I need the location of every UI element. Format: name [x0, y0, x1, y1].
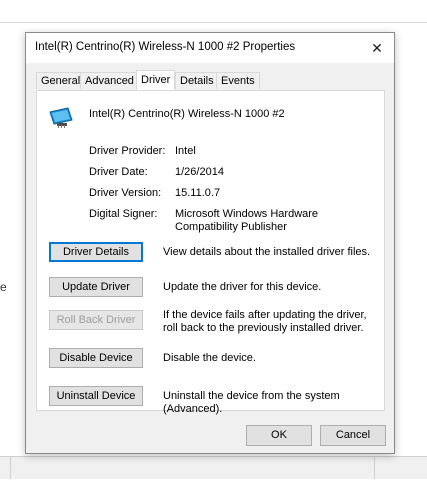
background-text-fragment: e: [0, 280, 7, 294]
roll-back-driver-button: Roll Back Driver: [49, 310, 143, 330]
uninstall-device-button[interactable]: Uninstall Device: [49, 386, 143, 406]
roll-back-driver-description: If the device fails after updating the d…: [163, 309, 367, 334]
device-name: Intel(R) Centrino(R) Wireless-N 1000 #2: [89, 108, 285, 120]
background-window-bottom: [0, 456, 427, 479]
tab-driver[interactable]: Driver: [136, 70, 176, 90]
disable-device-description: Disable the device.: [163, 352, 256, 364]
title-bar[interactable]: Intel(R) Centrino(R) Wireless-N 1000 #2 …: [26, 33, 394, 63]
driver-version-value: 15.11.0.7: [175, 187, 221, 199]
disable-device-button[interactable]: Disable Device: [49, 348, 143, 368]
digital-signer-label: Digital Signer:: [89, 208, 158, 220]
network-adapter-icon: [48, 106, 74, 128]
uninstall-device-description: Uninstall the device from the system (Ad…: [163, 390, 340, 415]
dialog-title: Intel(R) Centrino(R) Wireless-N 1000 #2 …: [35, 41, 296, 53]
divider: [374, 457, 375, 479]
divider: [10, 457, 11, 479]
properties-dialog: Intel(R) Centrino(R) Wireless-N 1000 #2 …: [25, 32, 395, 454]
ok-button[interactable]: OK: [246, 425, 312, 446]
driver-date-label: Driver Date:: [89, 166, 148, 178]
tab-advanced[interactable]: Advanced: [80, 72, 139, 89]
driver-provider-value: Intel: [175, 145, 196, 157]
update-driver-description: Update the driver for this device.: [163, 281, 322, 293]
update-driver-button[interactable]: Update Driver: [49, 277, 143, 297]
driver-details-button[interactable]: Driver Details: [49, 242, 143, 262]
close-icon[interactable]: ✕: [360, 33, 394, 63]
driver-provider-label: Driver Provider:: [89, 145, 166, 157]
background-window-top: [0, 0, 427, 23]
digital-signer-value: Microsoft Windows Hardware Compatibility…: [175, 208, 319, 233]
cancel-button[interactable]: Cancel: [320, 425, 386, 446]
driver-tab-panel: Intel(R) Centrino(R) Wireless-N 1000 #2 …: [36, 90, 385, 415]
tab-general[interactable]: General: [36, 72, 86, 89]
tab-events[interactable]: Events: [216, 72, 260, 89]
driver-version-label: Driver Version:: [89, 187, 162, 199]
driver-date-value: 1/26/2014: [175, 166, 224, 178]
driver-details-description: View details about the installed driver …: [163, 246, 371, 258]
tab-details[interactable]: Details: [175, 72, 219, 89]
